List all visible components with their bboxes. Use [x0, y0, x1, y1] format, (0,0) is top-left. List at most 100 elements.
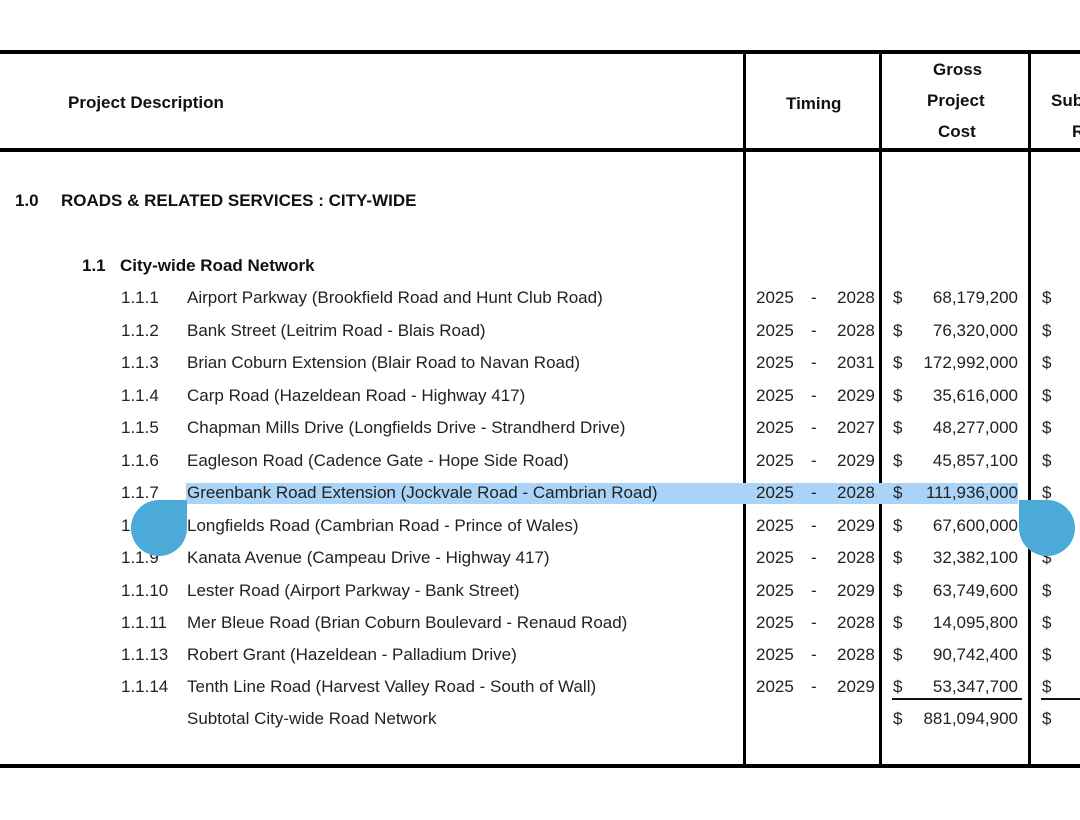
- table-row[interactable]: 1.1.5 Chapman Mills Drive (Longfields Dri…: [0, 412, 1080, 444]
- dollar-sign: $: [893, 483, 903, 502]
- project-number: 1.1.4: [121, 386, 159, 405]
- dollar-sign: $: [1042, 288, 1052, 307]
- timing-end-year: 2028: [837, 548, 875, 567]
- gross-project-cost: 35,616,000: [932, 386, 1018, 405]
- timing-start-year: 2025: [756, 677, 794, 696]
- timing-dash: -: [811, 353, 817, 372]
- project-description: Lester Road (Airport Parkway - Bank Stre…: [187, 581, 520, 600]
- timing-end-year: 2029: [837, 677, 875, 696]
- project-number: 1.1.10: [121, 581, 169, 600]
- gross-project-cost: 76,320,000: [932, 321, 1018, 340]
- project-description: Greenbank Road Extension (Jockvale Road …: [187, 483, 658, 502]
- header-timing: Timing: [786, 94, 842, 113]
- gross-project-cost: 68,179,200: [932, 288, 1018, 307]
- header-gross-line2: Project: [927, 91, 985, 110]
- dollar-sign: $: [893, 386, 903, 405]
- project-description: Brian Coburn Extension (Blair Road to Na…: [187, 353, 581, 372]
- project-description: Chapman Mills Drive (Longfields Drive - …: [187, 418, 626, 437]
- table-bottom-border: [0, 764, 1080, 768]
- project-description: Longfields Road (Cambrian Road - Prince …: [187, 516, 579, 535]
- dollar-sign: $: [1042, 321, 1052, 340]
- timing-dash: -: [811, 516, 817, 535]
- project-description: Kanata Avenue (Campeau Drive - Highway 4…: [187, 548, 550, 567]
- timing-start-year: 2025: [756, 581, 794, 600]
- table-row[interactable]: 1.1.4 Carp Road (Hazeldean Road - Highway…: [0, 380, 1080, 412]
- timing-dash: -: [811, 386, 817, 405]
- timing-end-year: 2028: [837, 483, 875, 502]
- dollar-sign: $: [1042, 418, 1052, 437]
- timing-start-year: 2025: [756, 451, 794, 470]
- project-number: 1.1.13: [121, 645, 169, 664]
- table-row[interactable]: 1.1.13 Robert Grant (Hazeldean - Palladiu…: [0, 639, 1080, 671]
- project-number: 1.1.5: [121, 418, 159, 437]
- timing-dash: -: [811, 451, 817, 470]
- dollar-sign: $: [893, 288, 903, 307]
- dollar-sign: $: [1042, 709, 1052, 728]
- table-row[interactable]: 1.1.2 Bank Street (Leitrim Road - Blais R…: [0, 315, 1080, 347]
- project-number: 1.1.1: [121, 288, 159, 307]
- dollar-sign: $: [893, 581, 903, 600]
- gross-project-cost: 48,277,000: [932, 418, 1018, 437]
- gross-project-cost: 63,749,600: [932, 581, 1018, 600]
- table-row[interactable]: 1.1.6 Eagleson Road (Cadence Gate - Hope …: [0, 445, 1080, 477]
- timing-end-year: 2028: [837, 288, 875, 307]
- timing-start-year: 2025: [756, 516, 794, 535]
- header-sub-line1: Sub: [1051, 91, 1080, 110]
- table-row[interactable]: 1.1.11 Mer Bleue Road (Brian Coburn Boule…: [0, 607, 1080, 639]
- project-description: Carp Road (Hazeldean Road - Highway 417): [187, 386, 526, 405]
- subtotal-cost: 881,094,900: [923, 709, 1018, 728]
- timing-end-year: 2028: [837, 645, 875, 664]
- subsection-title: City-wide Road Network: [120, 256, 315, 275]
- timing-dash: -: [811, 581, 817, 600]
- table-row[interactable]: 1.1.10 Lester Road (Airport Parkway - Ban…: [0, 575, 1080, 607]
- timing-start-year: 2025: [756, 613, 794, 632]
- project-description: Airport Parkway (Brookfield Road and Hun…: [187, 288, 603, 307]
- dollar-sign: $: [893, 353, 903, 372]
- timing-dash: -: [811, 288, 817, 307]
- selection-handle-end[interactable]: [1019, 500, 1075, 556]
- timing-start-year: 2025: [756, 483, 794, 502]
- table-row[interactable]: 1.1.14 Tenth Line Road (Harvest Valley Ro…: [0, 671, 1080, 703]
- dollar-sign: $: [1042, 451, 1052, 470]
- dollar-sign: $: [1042, 386, 1052, 405]
- dollar-sign: $: [893, 645, 903, 664]
- header-project-description: Project Description: [68, 93, 224, 112]
- timing-dash: -: [811, 548, 817, 567]
- subtotal-label: Subtotal City-wide Road Network: [187, 709, 437, 728]
- header-sub-line2: R: [1072, 122, 1080, 141]
- gross-project-cost: 90,742,400: [932, 645, 1018, 664]
- table-row[interactable]: 1.1.1 Airport Parkway (Brookfield Road an…: [0, 282, 1080, 314]
- dollar-sign: $: [893, 451, 903, 470]
- dollar-sign: $: [1042, 353, 1052, 372]
- project-number: 1.1.14: [121, 677, 169, 696]
- timing-start-year: 2025: [756, 288, 794, 307]
- gross-project-cost: 53,347,700: [932, 677, 1018, 696]
- gross-project-cost: 111,936,000: [925, 483, 1018, 502]
- project-number: 1.1.2: [121, 321, 159, 340]
- gross-project-cost: 45,857,100: [932, 451, 1018, 470]
- section-number: 1.0: [15, 191, 39, 210]
- timing-dash: -: [811, 321, 817, 340]
- timing-dash: -: [811, 483, 817, 502]
- timing-end-year: 2029: [837, 581, 875, 600]
- selection-handle-start[interactable]: [131, 500, 187, 556]
- dollar-sign: $: [893, 709, 903, 728]
- timing-start-year: 2025: [756, 353, 794, 372]
- header-gross-line3: Cost: [938, 122, 976, 141]
- gross-project-cost: 67,600,000: [932, 516, 1018, 535]
- timing-dash: -: [811, 418, 817, 437]
- timing-start-year: 2025: [756, 548, 794, 567]
- header-bottom-border: [0, 148, 1080, 152]
- project-number: 1.1.11: [121, 613, 168, 632]
- project-description: Eagleson Road (Cadence Gate - Hope Side …: [187, 451, 569, 470]
- timing-end-year: 2029: [837, 516, 875, 535]
- project-description: Tenth Line Road (Harvest Valley Road - S…: [187, 677, 597, 696]
- timing-dash: -: [811, 677, 817, 696]
- table-row[interactable]: 1.1.3 Brian Coburn Extension (Blair Road …: [0, 347, 1080, 379]
- timing-dash: -: [811, 645, 817, 664]
- timing-end-year: 2029: [837, 451, 875, 470]
- timing-end-year: 2029: [837, 386, 875, 405]
- subtotal-row[interactable]: Subtotal City-wide Road Network $ 881,09…: [0, 703, 1080, 735]
- gross-project-cost: 32,382,100: [932, 548, 1018, 567]
- timing-end-year: 2028: [837, 613, 875, 632]
